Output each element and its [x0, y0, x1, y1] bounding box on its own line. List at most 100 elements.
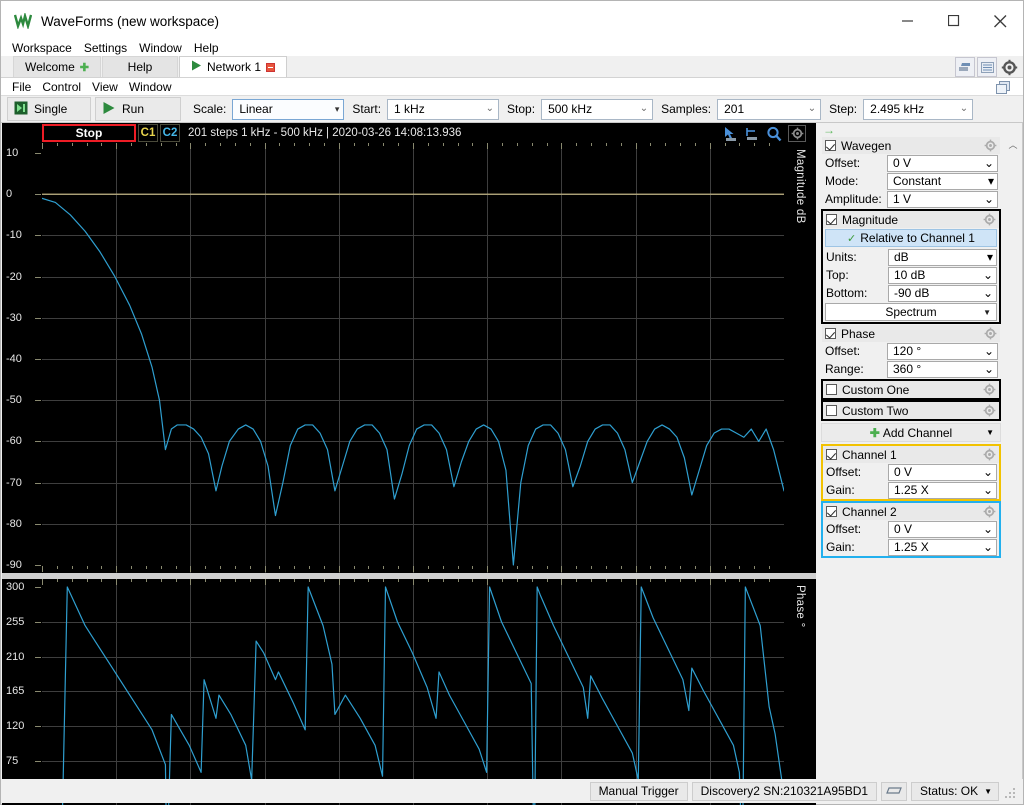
input-magnitude-units[interactable]: dB ▾ [888, 248, 997, 266]
status-indicator[interactable]: Status: OK ▼ [911, 781, 999, 801]
usb-device-icon[interactable] [881, 781, 908, 801]
group-header-channel-2[interactable]: Channel 2 [823, 503, 999, 520]
phase-graph[interactable]: 3002552101651207530-15-60 Phase ° [2, 579, 816, 805]
phase-canvas[interactable] [42, 579, 784, 805]
group-label-channel-1: Channel 1 [842, 447, 897, 462]
samples-select[interactable]: 201 ⌄ [717, 98, 822, 120]
spectrum-select[interactable]: Spectrum ▼ [825, 303, 997, 321]
side-panel-expand[interactable]: → [817, 123, 1023, 136]
input-wavegen-amplitude[interactable]: 1 V ⌄ [887, 190, 998, 208]
row-magnitude-bottom: Bottom: -90 dB ⌄ [823, 284, 999, 302]
input-channel-1-gain[interactable]: 1.25 X ⌄ [888, 481, 997, 499]
resize-grip-icon[interactable] [1005, 784, 1017, 798]
submenu-item-file[interactable]: File [12, 80, 31, 94]
group-header-phase[interactable]: Phase [822, 325, 1000, 342]
checkbox-custom-two[interactable] [826, 405, 837, 416]
menu-item-workspace[interactable]: Workspace [12, 41, 72, 55]
input-channel-2-offset[interactable]: 0 V ⌄ [888, 520, 997, 538]
stop-button[interactable]: Stop [42, 124, 136, 142]
close-tab-icon[interactable] [266, 62, 275, 72]
minimize-icon[interactable] [885, 1, 931, 41]
start-select[interactable]: 1 kHz ⌄ [387, 98, 500, 120]
tab-welcome[interactable]: Welcome ✚ [13, 56, 101, 77]
checkbox-magnitude[interactable] [826, 214, 837, 225]
gear-icon[interactable] [981, 447, 997, 462]
group-label-magnitude: Magnitude [842, 212, 899, 227]
settings-gear-icon[interactable] [999, 57, 1019, 77]
add-channel-button[interactable]: ✚ Add Channel ▼ [821, 423, 1001, 442]
gear-icon[interactable] [981, 212, 997, 227]
y-axis-tick [35, 587, 41, 588]
chevron-down-icon: ⌄ [807, 103, 817, 114]
magnitude-graph[interactable]: 10 0 -10 -20 -30 -40 -50 -60 -70 -80 -90 Magnitude… [2, 143, 816, 573]
phase-y-axis: 3002552101651207530-15-60 [2, 579, 42, 805]
gear-icon[interactable] [981, 504, 997, 519]
menu-item-settings[interactable]: Settings [84, 41, 127, 55]
group-header-wavegen[interactable]: Wavegen [822, 137, 1000, 154]
trace-c2 [42, 197, 784, 566]
measure-icon[interactable] [744, 126, 760, 142]
manual-trigger-button[interactable]: Manual Trigger [589, 781, 688, 801]
export-icon[interactable] [955, 57, 975, 77]
magnitude-trace [42, 193, 784, 566]
chevron-down-icon[interactable]: ▼ [986, 428, 994, 437]
run-button[interactable]: Run [95, 97, 181, 121]
y-axis-tick [35, 235, 41, 237]
input-channel-2-gain[interactable]: 1.25 X ⌄ [888, 538, 997, 556]
channel-1-tag[interactable]: C1 [138, 124, 158, 142]
check-icon: ✓ [847, 232, 857, 245]
input-wavegen-offset[interactable]: 0 V ⌄ [887, 154, 998, 172]
chevron-down-icon: ⌄ [982, 522, 993, 536]
row-channel-2-offset: Offset: 0 V ⌄ [823, 520, 999, 538]
checkbox-channel-2[interactable] [826, 506, 837, 517]
checkbox-channel-1[interactable] [826, 449, 837, 460]
tab-network-1[interactable]: Network 1 [179, 56, 287, 77]
group-custom-two: Custom Two [821, 400, 1001, 421]
input-magnitude-top[interactable]: 10 dB ⌄ [888, 266, 997, 284]
status-bar: Manual Trigger Discovery2 SN:210321A95BD… [2, 779, 1023, 803]
submenu-item-window[interactable]: Window [129, 80, 172, 94]
scale-select[interactable]: Linear ▾ [232, 98, 345, 120]
input-phase-offset[interactable]: 120 ° ⌄ [887, 342, 998, 360]
cursor-icon[interactable] [722, 126, 738, 142]
checkbox-wavegen[interactable] [825, 140, 836, 151]
group-header-custom-two[interactable]: Custom Two [823, 402, 999, 419]
label-magnitude-top: Top: [826, 268, 849, 282]
group-header-magnitude[interactable]: Magnitude [823, 211, 999, 228]
single-step-icon [14, 101, 28, 118]
submenu-item-view[interactable]: View [92, 80, 118, 94]
row-wavegen-mode: Mode: Constant ▾ [822, 172, 1000, 190]
tab-help[interactable]: Help [102, 56, 178, 77]
arrow-right-icon[interactable]: → [823, 124, 835, 136]
gear-icon[interactable] [788, 125, 806, 142]
group-header-custom-one[interactable]: Custom One [823, 381, 999, 398]
menu-item-help[interactable]: Help [194, 41, 219, 55]
list-icon[interactable] [977, 57, 997, 77]
step-value: 2.495 kHz [870, 102, 925, 116]
single-button[interactable]: Single [7, 97, 91, 121]
maximize-icon[interactable] [931, 1, 977, 41]
channel-2-tag[interactable]: C2 [160, 124, 180, 142]
checkbox-phase[interactable] [825, 328, 836, 339]
device-name[interactable]: Discovery2 SN:210321A95BD1 [691, 781, 878, 801]
input-wavegen-mode[interactable]: Constant ▾ [887, 172, 998, 190]
checkbox-custom-one[interactable] [826, 384, 837, 395]
gear-icon[interactable] [982, 138, 998, 153]
magnitude-canvas[interactable] [42, 143, 784, 573]
gear-icon[interactable] [981, 403, 997, 418]
tab-help-label: Help [127, 60, 153, 74]
gear-icon[interactable] [982, 326, 998, 341]
menu-item-window[interactable]: Window [139, 41, 182, 55]
close-icon[interactable] [977, 1, 1023, 41]
input-channel-1-offset[interactable]: 0 V ⌄ [888, 463, 997, 481]
zoom-icon[interactable] [766, 126, 782, 142]
step-select[interactable]: 2.495 kHz ⌄ [863, 98, 974, 120]
submenu-item-control[interactable]: Control [42, 80, 81, 94]
relative-to-channel-button[interactable]: ✓ Relative to Channel 1 [825, 229, 997, 247]
group-header-channel-1[interactable]: Channel 1 [823, 446, 999, 463]
input-magnitude-bottom[interactable]: -90 dB ⌄ [888, 284, 997, 302]
input-phase-range[interactable]: 360 ° ⌄ [887, 360, 998, 378]
gear-icon[interactable] [981, 382, 997, 397]
plus-icon[interactable]: ✚ [80, 61, 89, 74]
stop-select[interactable]: 500 kHz ⌄ [541, 98, 654, 120]
